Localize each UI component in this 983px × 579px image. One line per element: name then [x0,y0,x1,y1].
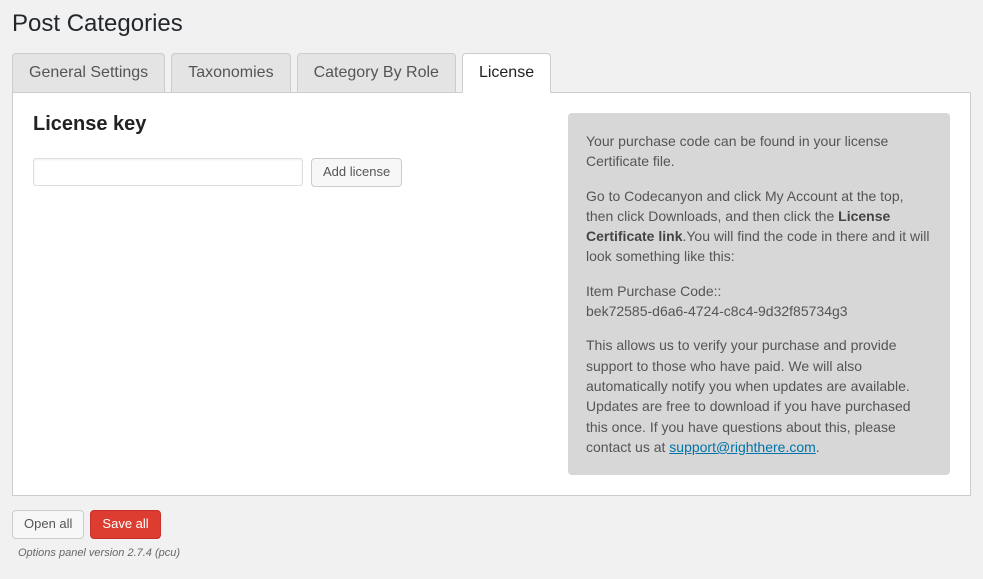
info-paragraph-3: Item Purchase Code:: bek72585-d6a6-4724-… [586,281,932,322]
info-paragraph-4: This allows us to verify your purchase a… [586,335,932,457]
license-key-heading: License key [33,113,528,136]
tab-taxonomies[interactable]: Taxonomies [171,53,290,93]
save-all-button[interactable]: Save all [90,510,160,539]
open-all-button[interactable]: Open all [12,510,84,539]
license-panel: License key Add license Your purchase co… [12,92,971,496]
info-paragraph-2: Go to Codecanyon and click My Account at… [586,186,932,267]
tab-list: General Settings Taxonomies Category By … [12,52,971,92]
footer-actions: Open all Save all [12,496,971,543]
license-info-box: Your purchase code can be found in your … [568,113,950,475]
support-email-link[interactable]: support@righthere.com [669,439,816,455]
tab-general-settings[interactable]: General Settings [12,53,165,93]
example-purchase-code: bek72585-d6a6-4724-c8c4-9d32f85734g3 [586,303,848,319]
tab-category-by-role[interactable]: Category By Role [297,53,456,93]
tab-license[interactable]: License [462,53,551,93]
page-title: Post Categories [12,0,971,52]
version-label: Options panel version 2.7.4 (pcu) [12,543,971,559]
license-key-input[interactable] [33,158,303,186]
add-license-button[interactable]: Add license [311,158,402,187]
info-paragraph-1: Your purchase code can be found in your … [586,131,932,172]
